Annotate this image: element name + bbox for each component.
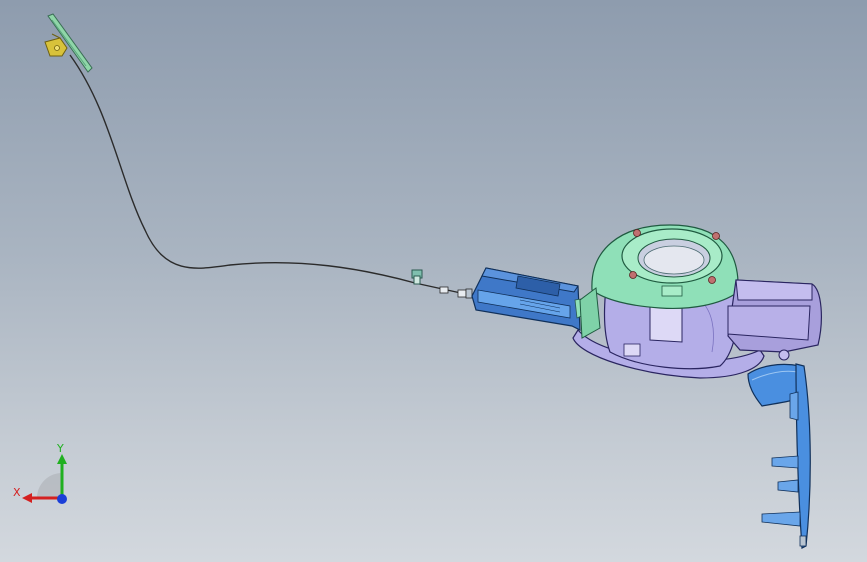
hinge-pin-icon (778, 349, 790, 361)
triad-z-axis (57, 494, 67, 504)
orientation-triad: Y X (13, 442, 67, 504)
cad-viewport[interactable]: Y X (0, 0, 867, 562)
filler-bracket[interactable] (727, 279, 822, 361)
triad-y-label: Y (56, 442, 64, 455)
cable-clip[interactable] (411, 269, 423, 285)
3d-model-scene[interactable] (0, 0, 867, 562)
release-handle-lever[interactable] (44, 13, 93, 73)
triad-plane-icon (37, 473, 62, 498)
actuator-housing[interactable] (471, 267, 591, 331)
triad-x-label: X (13, 486, 21, 499)
release-cable[interactable] (69, 54, 471, 296)
